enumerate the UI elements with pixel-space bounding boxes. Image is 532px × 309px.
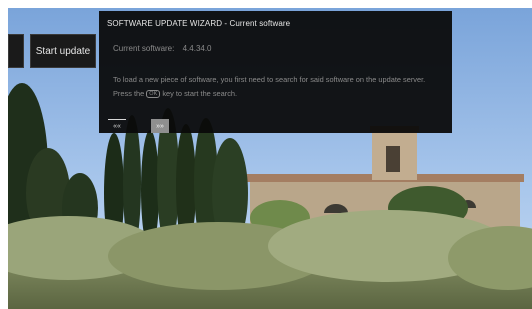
previous-menu-tab[interactable] <box>8 34 24 68</box>
message-part1: To load a new piece of software, you fir… <box>113 75 426 98</box>
start-update-button[interactable]: Start update <box>30 34 96 68</box>
current-software-label: Current software: <box>113 44 175 53</box>
message-part2: key to start the search. <box>162 89 238 98</box>
previous-step-button[interactable]: «« <box>108 120 126 133</box>
ok-key-icon: OK <box>146 90 161 98</box>
instruction-message: To load a new piece of software, you fir… <box>113 73 443 101</box>
next-step-button[interactable]: »» <box>151 119 169 133</box>
current-software-row: Current software: 4.4.34.0 <box>113 44 212 53</box>
tv-screen: Start update SOFTWARE UPDATE WIZARD - Cu… <box>8 8 532 309</box>
dialog-title: SOFTWARE UPDATE WIZARD - Current softwar… <box>107 19 291 28</box>
software-update-dialog: SOFTWARE UPDATE WIZARD - Current softwar… <box>99 11 452 133</box>
current-software-version: 4.4.34.0 <box>182 44 212 53</box>
